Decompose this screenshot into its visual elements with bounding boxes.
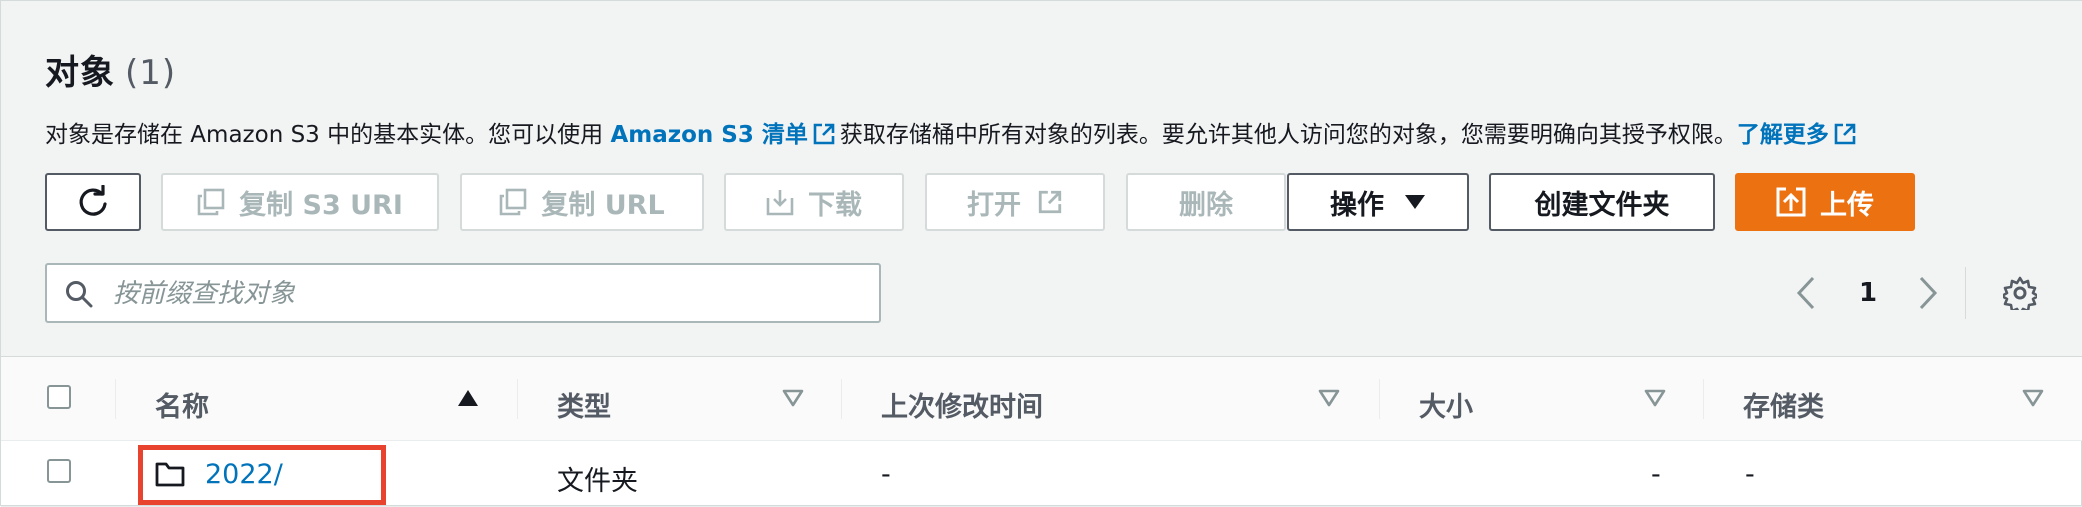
inventory-link[interactable]: Amazon S3 清单 (610, 122, 839, 148)
open-button[interactable]: 打开 (925, 173, 1105, 231)
sort-ascending-icon[interactable] (457, 389, 479, 407)
copy-url-label: 复制 URL (541, 189, 665, 221)
download-icon (766, 190, 794, 216)
column-header-last-modified[interactable]: 上次修改时间 (881, 385, 1043, 424)
cell-last-modified: - (881, 459, 891, 490)
page-title: 对象 (1) (45, 45, 176, 94)
upload-icon (1776, 187, 1806, 217)
column-header-storage-class[interactable]: 存储类 (1743, 385, 1824, 424)
sort-icon[interactable] (1644, 389, 1666, 407)
highlight-box (138, 445, 386, 505)
upload-label: 上传 (1820, 189, 1874, 221)
select-all-checkbox[interactable] (47, 385, 71, 409)
col-divider (1703, 379, 1704, 419)
external-link-icon (1038, 190, 1062, 214)
external-link-icon (813, 123, 835, 145)
learn-more-label: 了解更多 (1736, 122, 1829, 148)
table-header: 名称 类型 上次修改时间 大小 存储类 (1, 357, 2082, 441)
cell-storage-class: - (1745, 459, 1755, 490)
settings-wrap (2003, 263, 2037, 323)
external-link-icon (1834, 123, 1856, 145)
sort-icon[interactable] (1318, 389, 1340, 407)
refresh-icon (79, 185, 107, 216)
pager-divider (1965, 267, 1966, 319)
column-header-name[interactable]: 名称 (155, 385, 209, 424)
refresh-button[interactable] (45, 173, 141, 231)
actions-dropdown[interactable]: 操作 (1287, 173, 1469, 231)
column-header-type[interactable]: 类型 (557, 385, 611, 424)
chevron-left-icon[interactable] (1795, 275, 1817, 311)
delete-label: 删除 (1179, 189, 1233, 221)
copy-s3-uri-label: 复制 S3 URI (239, 189, 403, 221)
next-wrap (1917, 263, 1939, 323)
description: 对象是存储在 Amazon S3 中的基本实体。您可以使用 Amazon S3 … (45, 115, 1861, 149)
cell-size: - (1651, 459, 1661, 490)
page-number-wrap: 1 (1859, 263, 1877, 323)
copy-url-button[interactable]: 复制 URL (460, 173, 704, 231)
copy-icon (500, 188, 527, 216)
desc-prefix: 对象是存储在 Amazon S3 中的基本实体。您可以使用 (45, 122, 611, 148)
object-count: (1) (125, 53, 177, 93)
col-divider (1379, 379, 1380, 419)
col-divider (841, 379, 842, 419)
col-divider (517, 379, 518, 419)
create-folder-label: 创建文件夹 (1534, 189, 1670, 221)
objects-panel: 对象 (1) 对象是存储在 Amazon S3 中的基本实体。您可以使用 Amaz… (0, 0, 2082, 507)
row-checkbox[interactable] (47, 459, 71, 483)
download-label: 下载 (808, 189, 862, 221)
sort-icon[interactable] (2022, 389, 2044, 407)
pagination (1795, 263, 1817, 323)
copy-icon (197, 188, 225, 216)
actions-label: 操作 (1330, 189, 1384, 221)
objects-header: 对象 (1) 对象是存储在 Amazon S3 中的基本实体。您可以使用 Amaz… (1, 1, 2082, 357)
search-icon (66, 281, 93, 308)
upload-button[interactable]: 上传 (1735, 173, 1915, 231)
desc-middle: 获取存储桶中所有对象的列表。要允许其他人访问您的对象，您需要明确向其授予权限。 (839, 122, 1737, 148)
open-label: 打开 (967, 189, 1021, 221)
search-box (45, 263, 881, 323)
download-button[interactable]: 下载 (724, 173, 904, 231)
column-header-size[interactable]: 大小 (1419, 385, 1473, 424)
caret-down-icon (1405, 195, 1425, 209)
cell-type: 文件夹 (557, 466, 638, 497)
learn-more-link[interactable]: 了解更多 (1737, 122, 1861, 148)
copy-s3-uri-button[interactable]: 复制 S3 URI (161, 173, 439, 231)
gear-icon[interactable] (2003, 276, 2037, 310)
title-text: 对象 (45, 53, 115, 93)
page-number[interactable]: 1 (1859, 278, 1877, 308)
search-input[interactable] (111, 271, 855, 317)
create-folder-button[interactable]: 创建文件夹 (1489, 173, 1715, 231)
inventory-link-label: Amazon S3 清单 (610, 122, 808, 148)
delete-button[interactable]: 删除 (1126, 173, 1286, 231)
col-divider (115, 379, 116, 419)
sort-icon[interactable] (782, 389, 804, 407)
chevron-right-icon[interactable] (1917, 275, 1939, 311)
